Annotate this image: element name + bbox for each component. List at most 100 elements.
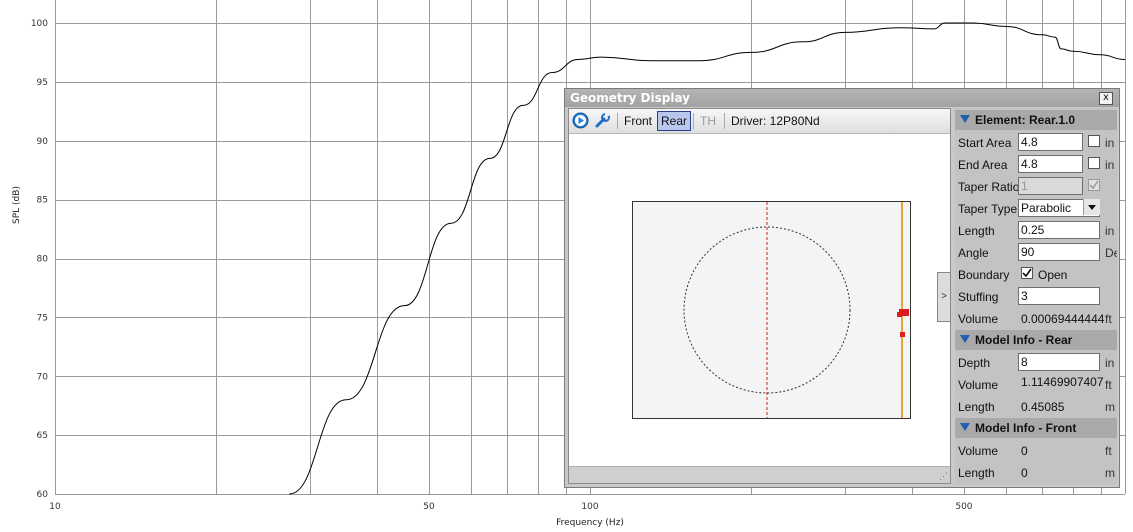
enclosure-outline [632,201,911,419]
close-button[interactable]: x [1099,92,1113,105]
x-tick-labels: 10 50 100 500 [49,502,973,512]
tab-rear[interactable]: Rear [657,111,692,131]
taper-ratio-row: Taper Ratio 1 [955,176,1117,198]
length-unit: in [1105,224,1115,238]
start-area-checkbox[interactable] [1088,135,1100,147]
rear-length-value: 0.45085 [1021,400,1065,414]
status-bar: ⋰ [569,466,950,483]
y-tick-label: 95 [37,78,48,88]
stuffing-row: Stuffing 3 [955,286,1117,308]
geometry-toolbar: Front Rear TH Driver: 12P80Nd [569,109,950,134]
end-area-label: End Area [958,158,1008,172]
stuffing-input[interactable]: 3 [1018,287,1100,305]
front-volume-unit: ft [1105,444,1112,458]
volume-label: Volume [958,312,999,326]
expand-panel-button[interactable]: > [937,272,951,322]
wrench-icon[interactable] [594,112,611,130]
y-tick-label: 60 [37,490,49,500]
volume-value: 0.00069444444 [1021,312,1105,326]
y-axis-label: SPL (dB) [12,186,22,224]
geometry-display-window: Geometry Display x Front Rear TH Driver:… [564,88,1120,488]
rear-volume-unit: ft [1105,378,1112,392]
x-tick-label: 10 [49,502,61,512]
front-volume-row: Volume 0 ft [955,440,1117,462]
chevron-down-icon[interactable] [1083,199,1100,215]
front-volume-value: 0 [1021,444,1028,458]
taper-ratio-input: 1 [1018,177,1083,195]
collapse-triangle-icon[interactable] [960,115,970,123]
collapse-triangle-icon[interactable] [960,335,970,343]
start-area-row: Start Area 4.8 in [955,132,1117,154]
window-title-bar[interactable]: Geometry Display x [565,89,1119,107]
volume-unit: ft [1105,312,1112,326]
boundary-label: Boundary [958,268,1010,282]
start-area-unit: in [1105,136,1115,150]
y-tick-label: 65 [37,431,48,441]
volume-row: Volume 0.00069444444 ft [955,308,1117,330]
section-title: Model Info - Rear [975,333,1073,347]
end-area-checkbox[interactable] [1088,157,1100,169]
front-volume-label: Volume [958,444,999,458]
front-length-label: Length [958,466,995,480]
resize-grip-icon[interactable]: ⋰ [939,471,948,482]
tab-th[interactable]: TH [700,112,716,130]
end-area-input[interactable]: 4.8 [1018,155,1083,173]
rear-depth-label: Depth [958,356,991,370]
angle-unit: De [1105,246,1117,260]
rear-length-label: Length [958,400,995,414]
front-length-value: 0 [1021,466,1028,480]
end-area-unit: in [1105,158,1115,172]
driver-label: Driver: 12P80Nd [731,114,820,128]
x-tick-label: 50 [423,502,435,512]
port-marker [900,332,905,337]
angle-label: Angle [958,246,989,260]
rear-depth-input[interactable]: 8 [1018,353,1100,371]
rear-length-unit: m [1105,400,1115,414]
collapse-triangle-icon[interactable] [960,423,970,431]
taper-ratio-label: Taper Ratio [958,180,1020,194]
rear-depth-unit: in [1105,356,1115,370]
x-tick-label: 500 [955,502,972,512]
length-input[interactable]: 0.25 [1018,221,1100,239]
section-model-front-header[interactable]: Model Info - Front [955,418,1117,438]
taper-type-row: Taper Type Parabolic [955,198,1117,220]
front-length-unit: m [1105,466,1115,480]
geometry-canvas-panel: Front Rear TH Driver: 12P80Nd ⋰ [568,108,951,484]
y-tick-label: 80 [37,255,49,265]
boundary-open-checkbox[interactable] [1021,267,1033,279]
tab-front[interactable]: Front [624,112,652,130]
taper-ratio-checkbox [1088,179,1100,191]
front-length-row: Length 0 m [955,462,1117,484]
start-area-input[interactable]: 4.8 [1018,133,1083,151]
boundary-row: Boundary Open [955,264,1117,286]
toolbar-separator [693,113,694,129]
rear-volume-value: 1.11469907407 [1021,375,1104,389]
section-model-rear-header[interactable]: Model Info - Rear [955,330,1117,350]
length-row: Length 0.25 in [955,220,1117,242]
boundary-open-label: Open [1038,268,1068,282]
rear-length-row: Length 0.45085 m [955,396,1117,418]
taper-type-label: Taper Type [958,202,1018,216]
rear-volume-row: Volume 1.11469907407 ft [955,374,1117,396]
taper-type-value: Parabolic [1021,201,1072,215]
geometry-drawing-area [569,134,950,467]
y-tick-label: 90 [37,137,49,147]
y-tick-labels: 60 65 70 75 80 85 90 95 100 [31,19,48,500]
port-marker [897,312,902,317]
y-tick-label: 70 [37,372,49,382]
angle-row: Angle 90 De [955,242,1117,264]
end-area-row: End Area 4.8 in [955,154,1117,176]
y-tick-label: 75 [37,313,48,323]
properties-panel: Element: Rear.1.0 Start Area 4.8 in End … [955,108,1117,485]
angle-input[interactable]: 90 [1018,243,1100,261]
section-title: Element: Rear.1.0 [975,113,1076,127]
x-axis-label: Frequency (Hz) [556,518,624,528]
toolbar-separator [724,113,725,129]
y-tick-label: 100 [31,19,48,29]
y-tick-label: 85 [37,196,48,206]
length-label: Length [958,224,995,238]
section-element-header[interactable]: Element: Rear.1.0 [955,110,1117,130]
x-tick-label: 100 [581,502,598,512]
window-title: Geometry Display [570,91,690,105]
play-icon[interactable] [572,112,589,130]
